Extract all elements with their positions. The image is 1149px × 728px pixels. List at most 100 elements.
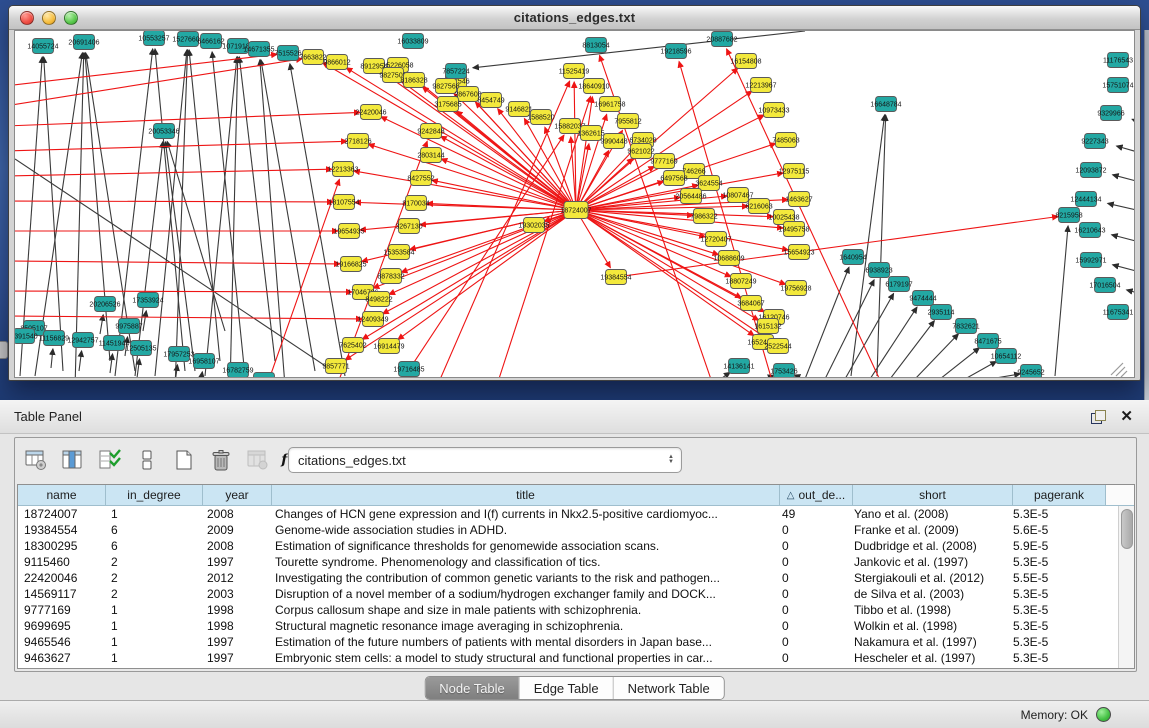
network-node[interactable]: 9621022: [627, 144, 654, 159]
network-edge[interactable]: [100, 315, 103, 334]
network-node[interactable]: 7955812: [614, 114, 641, 129]
network-node[interactable]: 12409349: [357, 312, 388, 327]
network-node[interactable]: 12213967: [745, 78, 776, 93]
delete-table-icon[interactable]: [206, 446, 236, 474]
canvas-resize-grip[interactable]: [1111, 363, 1127, 377]
network-node[interactable]: 9474444: [909, 291, 936, 306]
network-edge[interactable]: [576, 97, 592, 210]
network-edge[interactable]: [155, 49, 185, 371]
network-node[interactable]: 18107554: [328, 195, 359, 210]
network-node[interactable]: 9777169: [650, 154, 677, 169]
network-node[interactable]: 11675341: [1103, 305, 1134, 320]
network-edge[interactable]: [990, 374, 1020, 378]
network-edge[interactable]: [715, 372, 730, 378]
network-node[interactable]: 8170034: [402, 196, 429, 211]
network-node[interactable]: 19716485: [393, 362, 424, 377]
network-edge[interactable]: [230, 57, 238, 378]
scrollbar-thumb[interactable]: [1121, 509, 1133, 549]
network-node[interactable]: 1753426: [770, 364, 797, 379]
network-node[interactable]: 10973433: [758, 103, 789, 118]
network-node[interactable]: 6497568: [660, 171, 687, 186]
column-header-pagerank[interactable]: pagerank: [1013, 485, 1106, 506]
network-node[interactable]: 7857224: [442, 64, 469, 79]
network-edge[interactable]: [239, 57, 275, 361]
tab-network-table[interactable]: Network Table: [614, 677, 724, 699]
network-window[interactable]: citations_edges.txt 18724007115254191864…: [8, 5, 1141, 381]
network-node[interactable]: 11176543: [1103, 53, 1133, 68]
network-node[interactable]: 6179197: [885, 277, 912, 292]
table-row[interactable]: 946554611997Estimation of the future num…: [18, 634, 1134, 650]
table-panel-titlebar[interactable]: Table Panel ✕: [0, 400, 1149, 434]
new-table-icon[interactable]: [169, 446, 199, 474]
network-node[interactable]: 9866012: [323, 55, 350, 70]
table-row[interactable]: 1830029562008Estimation of significance …: [18, 538, 1134, 554]
network-edge[interactable]: [890, 321, 934, 378]
network-node[interactable]: 11525419: [559, 64, 590, 79]
network-node[interactable]: 1588520: [527, 110, 554, 125]
network-edge[interactable]: [110, 354, 113, 373]
network-node[interactable]: 15751074: [1102, 78, 1133, 93]
network-edge[interactable]: [51, 349, 53, 368]
network-node[interactable]: 7485063: [772, 133, 799, 148]
network-node[interactable]: 7832621: [952, 319, 979, 334]
network-node[interactable]: 10688609: [713, 251, 744, 266]
network-node[interactable]: 3267130: [395, 219, 422, 234]
column-header-name[interactable]: name: [18, 485, 106, 506]
network-node[interactable]: 16154808: [730, 54, 761, 69]
network-edge[interactable]: [1117, 146, 1134, 157]
network-node[interactable]: 12975115: [779, 164, 810, 179]
tab-node-table[interactable]: Node Table: [425, 677, 520, 699]
network-edge[interactable]: [137, 359, 140, 378]
network-node[interactable]: 2935114: [928, 305, 955, 320]
network-node[interactable]: 9990448: [600, 134, 627, 149]
network-edge[interactable]: [940, 348, 979, 378]
network-node[interactable]: 19495758: [778, 222, 809, 237]
network-node[interactable]: 15654923: [783, 245, 814, 260]
network-node[interactable]: 9245652: [1017, 365, 1044, 379]
network-edge[interactable]: [965, 361, 996, 378]
network-node[interactable]: 17353924: [132, 293, 163, 308]
network-node[interactable]: 9329966: [1097, 106, 1124, 121]
table-row[interactable]: 969969511998Structural magnetic resonanc…: [18, 618, 1134, 634]
network-node[interactable]: 9242848: [417, 124, 444, 139]
network-node[interactable]: 8471675: [974, 334, 1001, 349]
close-window-button[interactable]: [20, 11, 34, 25]
network-edge[interactable]: [189, 50, 220, 361]
network-node[interactable]: 19654935: [333, 224, 364, 239]
network-node[interactable]: 7986322: [690, 209, 717, 224]
network-node[interactable]: 8813054: [582, 38, 609, 53]
network-node[interactable]: 1640954: [839, 250, 866, 265]
network-node[interactable]: 19166825: [335, 257, 366, 272]
column-header-year[interactable]: year: [203, 485, 272, 506]
network-node[interactable]: 20691406: [68, 35, 99, 50]
column-header-out_degree[interactable]: △out_de...: [780, 485, 853, 506]
column-visibility-icon[interactable]: [132, 446, 162, 474]
network-node[interactable]: 6216063: [745, 199, 772, 214]
network-node[interactable]: 6938923: [865, 263, 892, 278]
network-edge[interactable]: [851, 115, 885, 376]
network-edge[interactable]: [15, 261, 340, 264]
network-node[interactable]: 16958107: [188, 354, 219, 369]
table-settings-icon[interactable]: [21, 446, 51, 474]
network-node[interactable]: 8454749: [477, 93, 504, 108]
network-node[interactable]: 14671355: [243, 42, 274, 57]
network-edge[interactable]: [15, 141, 347, 151]
network-node[interactable]: 12505135: [125, 341, 156, 356]
network-node[interactable]: 20887682: [706, 32, 737, 47]
network-node[interactable]: 9391540: [15, 329, 38, 344]
table-row[interactable]: 1872400712008Changes of HCN gene express…: [18, 506, 1134, 522]
network-node[interactable]: 19756928: [780, 281, 811, 296]
table-row[interactable]: 2242004622012Investigating the contribut…: [18, 570, 1134, 586]
network-node[interactable]: 10553257: [138, 31, 169, 46]
panel-collapse-handle[interactable]: [0, 341, 8, 359]
network-node[interactable]: 8186328: [400, 73, 427, 88]
network-edge[interactable]: [75, 53, 84, 378]
minimize-window-button[interactable]: [42, 11, 56, 25]
network-node[interactable]: 7625402: [339, 338, 366, 353]
network-node[interactable]: 16210643: [1074, 223, 1105, 238]
vertical-scrollbar[interactable]: [1118, 506, 1134, 668]
network-node[interactable]: 8427552: [407, 171, 434, 186]
import-table-icon[interactable]: [243, 446, 273, 474]
network-edge[interactable]: [15, 169, 332, 176]
network-window-titlebar[interactable]: citations_edges.txt: [9, 6, 1140, 30]
